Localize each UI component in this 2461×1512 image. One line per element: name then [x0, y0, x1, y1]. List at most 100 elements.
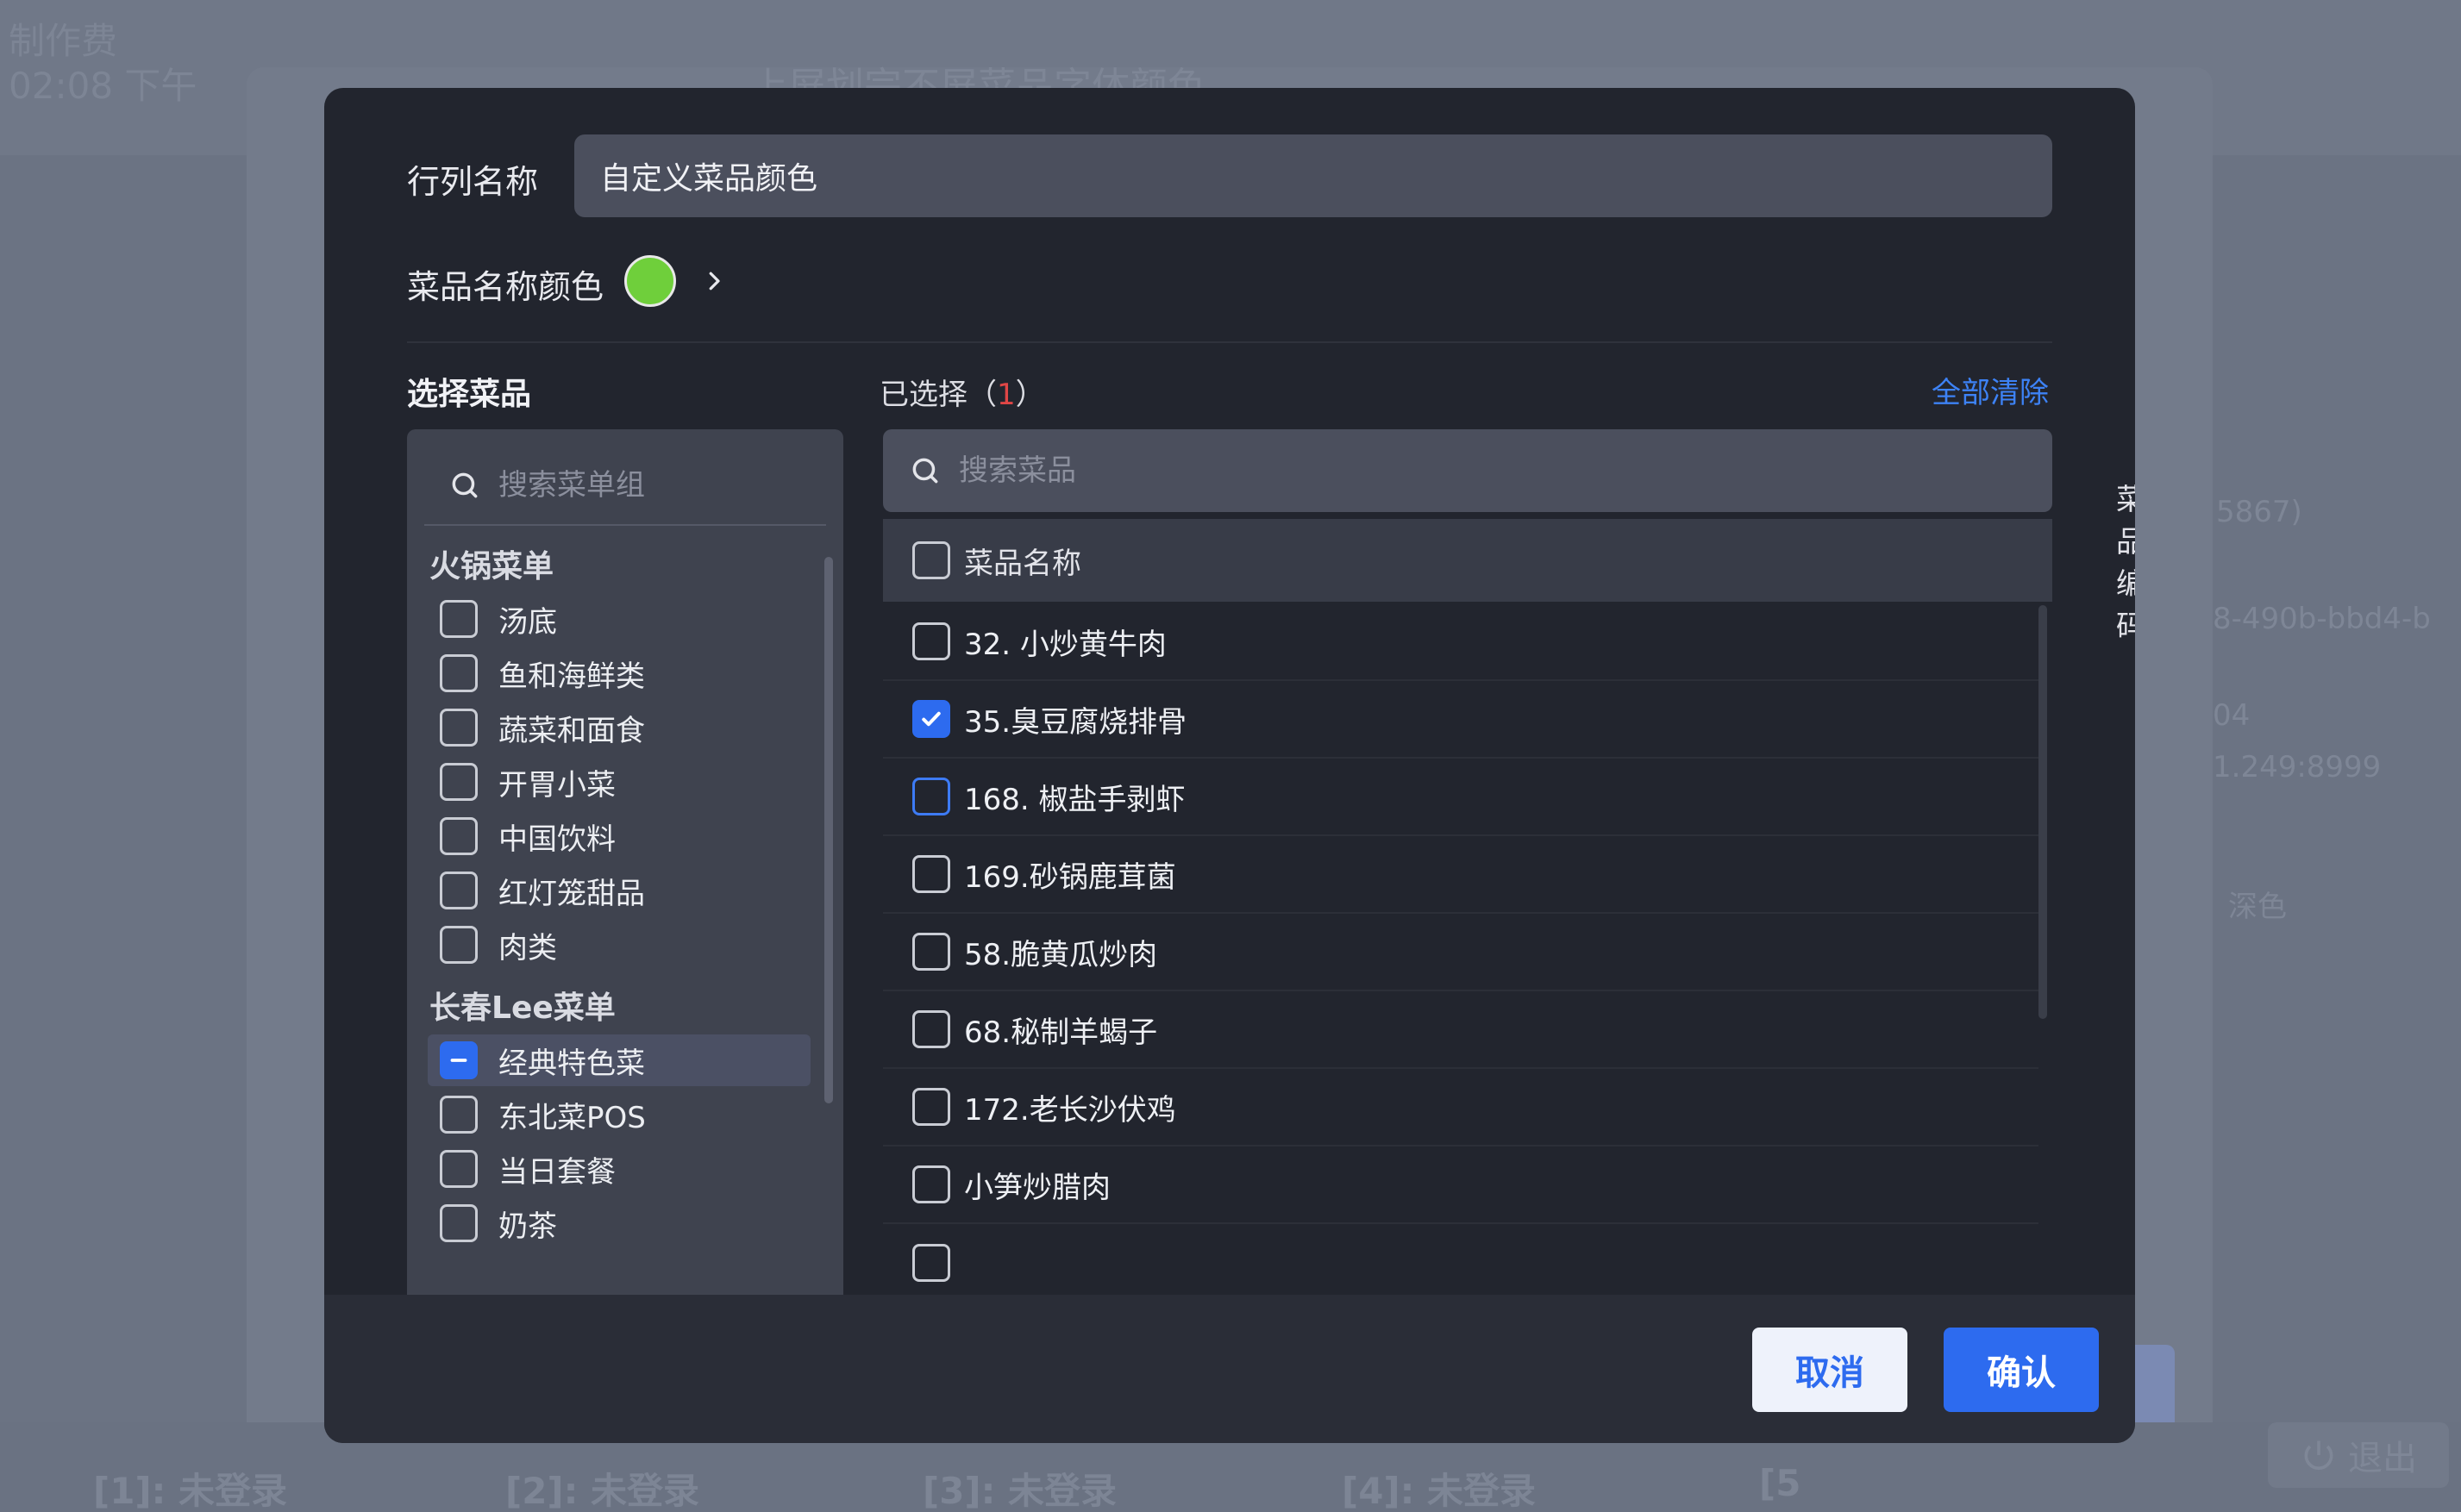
menu-group-item[interactable]: 开胃小菜: [428, 756, 811, 808]
checkbox[interactable]: [440, 817, 478, 855]
select-all-checkbox[interactable]: [912, 541, 950, 579]
menu-group-item[interactable]: 当日套餐: [428, 1143, 811, 1195]
dish-search: [883, 429, 2052, 512]
table-row[interactable]: 68.秘制羊蝎子: [883, 991, 2038, 1069]
checkbox[interactable]: [440, 1204, 478, 1242]
checkbox[interactable]: [912, 1165, 950, 1203]
confirm-button[interactable]: 确认: [1944, 1328, 2099, 1412]
table-row[interactable]: 32. 小炒黄牛肉: [883, 603, 2038, 681]
column-dish-name: 菜品名称: [964, 546, 1081, 581]
column-dish-code: 菜品编码: [2116, 483, 2135, 644]
table-row-partial[interactable]: [883, 1224, 2038, 1302]
background-clock-time: 02:08 下午: [9, 65, 197, 107]
checkbox[interactable]: [440, 600, 478, 638]
menu-group-panel: 火锅菜单 汤底 鱼和海鲜类 蔬菜和面食 开胃小菜 中国饮料 红灯笼甜品 肉类 长…: [407, 429, 843, 1334]
dish-name: 小笋炒腊肉: [964, 1170, 1111, 1205]
table-row[interactable]: 58.脆黄瓜炒肉: [883, 914, 2038, 991]
background-clock: 制作费 02:08 下午: [9, 19, 197, 109]
checkbox[interactable]: [912, 855, 950, 893]
checkbox[interactable]: [440, 926, 478, 964]
selected-prefix: 已选择（: [880, 378, 997, 412]
checkbox[interactable]: [440, 654, 478, 692]
dish-name: 168. 椒盐手剥虾: [964, 782, 1186, 817]
background-text-1: 5867): [2216, 495, 2302, 529]
menu-group-item[interactable]: 肉类: [428, 919, 811, 971]
table-row[interactable]: 35.臭豆腐烧排骨: [883, 681, 2038, 759]
background-tab-5: [5: [1759, 1462, 1801, 1504]
chevron-right-icon[interactable]: [693, 260, 735, 302]
checkbox[interactable]: [912, 1010, 950, 1048]
checkbox[interactable]: [440, 872, 478, 909]
background-text-5: 深色: [2228, 890, 2287, 924]
background-text-4: 1.249:8999: [2213, 750, 2382, 784]
dish-table-body: 32. 小炒黄牛肉 35.臭豆腐烧排骨 168. 椒盐手剥虾 169.砂锅鹿茸菌…: [883, 603, 2052, 1334]
custom-color-modal: 行列名称 菜品名称颜色 选择菜品 已选择（1） 全部清除 火锅菜单 汤底 鱼和海…: [324, 88, 2135, 1443]
selected-suffix: ）: [1015, 378, 1045, 412]
dish-name: 32. 小炒黄牛肉: [964, 627, 1167, 662]
table-row[interactable]: 小笋炒腊肉: [883, 1146, 2038, 1224]
menu-group-search: [424, 447, 826, 526]
menu-group-item[interactable]: 红灯笼甜品: [428, 865, 811, 916]
dish-table-scrollbar[interactable]: [2038, 605, 2047, 1019]
menu-group-label: 奶茶: [498, 1209, 557, 1244]
table-row[interactable]: 168. 椒盐手剥虾: [883, 759, 2038, 836]
background-tab-4: [4]: 未登录: [1342, 1470, 1537, 1512]
background-tab-2: [2]: 未登录: [505, 1470, 700, 1512]
menu-group-label: 肉类: [498, 930, 557, 965]
checkbox-partial[interactable]: [440, 1041, 478, 1079]
dish-name: 58.脆黄瓜炒肉: [964, 937, 1158, 972]
checkbox-checked[interactable]: [912, 700, 950, 738]
power-icon: [2304, 1440, 2333, 1471]
minus-icon: [450, 1059, 467, 1062]
selected-count: 1: [997, 378, 1016, 412]
dish-name: 68.秘制羊蝎子: [964, 1015, 1158, 1050]
clear-all-link[interactable]: 全部清除: [1932, 369, 2049, 411]
row-name-input[interactable]: [574, 134, 2052, 217]
menu-group-item[interactable]: 蔬菜和面食: [428, 702, 811, 753]
menu-group-label: 当日套餐: [498, 1154, 616, 1190]
search-icon: [452, 472, 478, 498]
background-text-3: 04: [2213, 698, 2251, 733]
background-text-2: 8-490b-bbd4-b: [2213, 602, 2431, 636]
menu-group-label: 东北菜POS: [498, 1100, 646, 1135]
checkbox-focused[interactable]: [912, 778, 950, 815]
checkbox[interactable]: [912, 1088, 950, 1126]
select-dishes-title: 选择菜品: [407, 377, 532, 412]
menu-group-item[interactable]: 鱼和海鲜类: [428, 647, 811, 699]
checkbox[interactable]: [440, 763, 478, 801]
checkbox[interactable]: [912, 1244, 950, 1282]
checkbox[interactable]: [912, 933, 950, 971]
menu-group-label: 红灯笼甜品: [498, 876, 645, 911]
table-row[interactable]: 172.老长沙伏鸡: [883, 1069, 2038, 1146]
menu-group-search-input[interactable]: [498, 468, 826, 503]
divider: [407, 341, 2052, 343]
color-swatch[interactable]: [624, 255, 676, 307]
menu-group-scrollbar[interactable]: [824, 557, 833, 1103]
menu-group-item[interactable]: 经典特色菜: [428, 1034, 811, 1086]
group-title-hotpot: 火锅菜单: [429, 549, 554, 584]
dish-search-input[interactable]: [959, 453, 1287, 488]
menu-group-item[interactable]: 东北菜POS: [428, 1089, 811, 1140]
background-tab-1: [1]: 未登录: [93, 1470, 288, 1512]
group-title-changchun: 长春Lee菜单: [429, 990, 616, 1026]
row-name-label: 行列名称: [407, 163, 539, 201]
checkbox[interactable]: [440, 709, 478, 747]
background-logout: 退出: [2268, 1422, 2449, 1488]
background-tab-3: [3]: 未登录: [923, 1470, 1118, 1512]
cancel-button[interactable]: 取消: [1752, 1328, 1907, 1412]
menu-group-label: 开胃小菜: [498, 767, 616, 803]
background-logout-label: 退出: [2348, 1439, 2417, 1478]
checkbox[interactable]: [440, 1150, 478, 1188]
dish-name: 35.臭豆腐烧排骨: [964, 704, 1187, 740]
dish-name: 169.砂锅鹿茸菌: [964, 859, 1176, 895]
menu-group-item[interactable]: 奶茶: [428, 1197, 811, 1249]
search-icon: [912, 458, 938, 484]
menu-group-item[interactable]: 中国饮料: [428, 810, 811, 862]
checkbox[interactable]: [440, 1096, 478, 1134]
menu-group-label: 鱼和海鲜类: [498, 659, 645, 694]
menu-group-item[interactable]: 汤底: [428, 593, 811, 645]
color-label: 菜品名称颜色: [407, 268, 604, 306]
checkbox[interactable]: [912, 622, 950, 660]
check-icon: [922, 711, 941, 727]
table-row[interactable]: 169.砂锅鹿茸菌: [883, 836, 2038, 914]
